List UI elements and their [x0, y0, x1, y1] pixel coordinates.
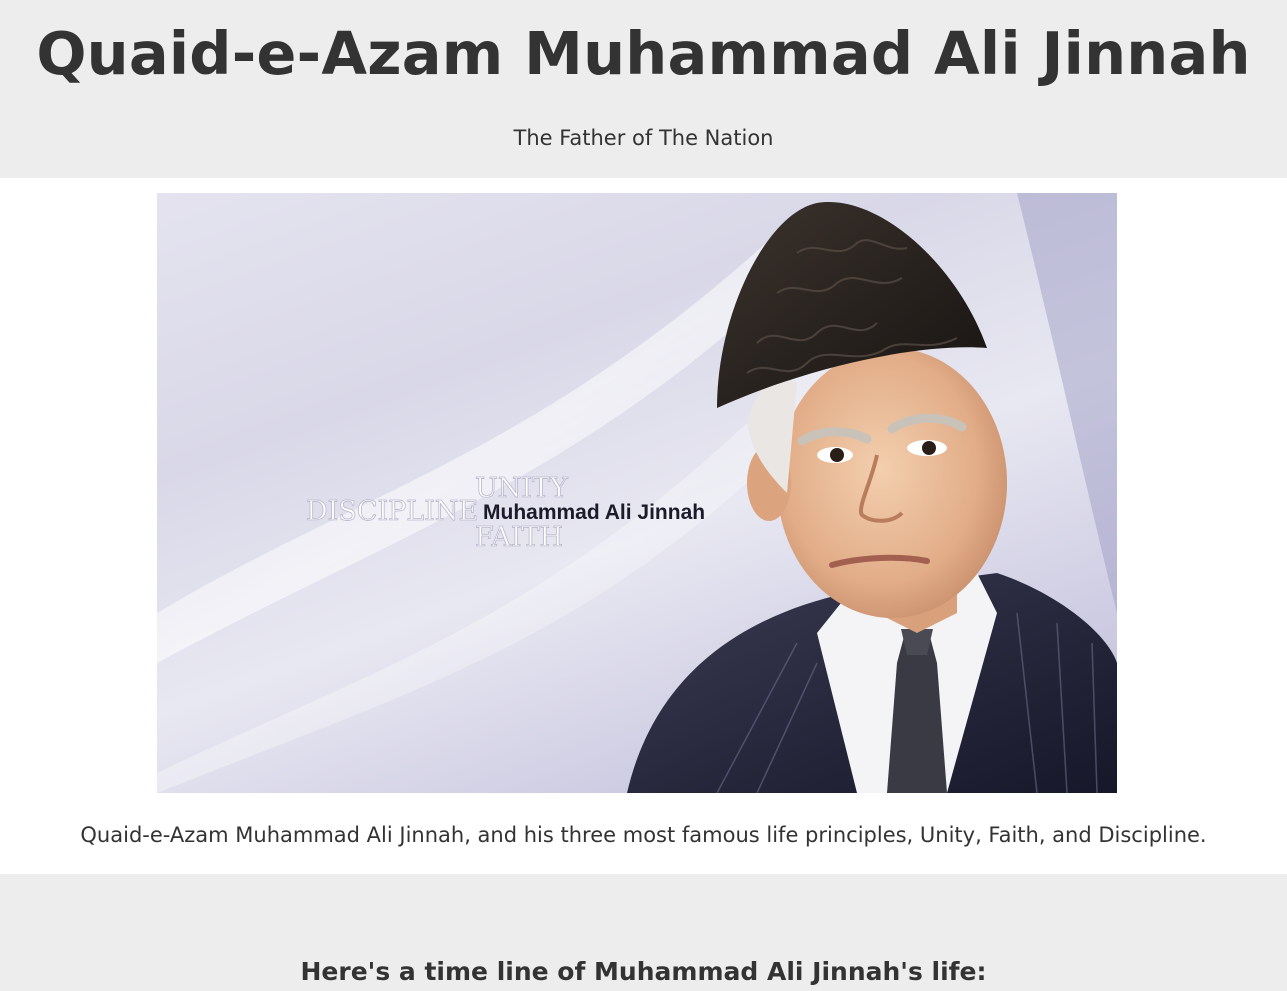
portrait-image: UNITY DISCIPLINE FAITH Muhammad Ali Jinn… [157, 193, 1117, 793]
face [777, 348, 1007, 618]
word-discipline: DISCIPLINE [306, 496, 478, 527]
timeline-heading: Here's a time line of Muhammad Ali Jinna… [300, 957, 987, 986]
word-unity: UNITY [475, 473, 569, 504]
image-caption: Quaid-e-Azam Muhammad Ali Jinnah, and hi… [80, 823, 1207, 847]
word-faith: FAITH [475, 522, 563, 553]
right-pupil [922, 441, 936, 455]
portrait-illustration: UNITY DISCIPLINE FAITH Muhammad Ali Jinn… [157, 193, 1117, 793]
header-section: Quaid-e-Azam Muhammad Ali Jinnah The Fat… [0, 0, 1287, 178]
page-subtitle: The Father of The Nation [513, 126, 774, 150]
background-shade [1017, 193, 1117, 613]
timeline-section: Here's a time line of Muhammad Ali Jinna… [0, 874, 1287, 991]
page-title: Quaid-e-Azam Muhammad Ali Jinnah [36, 19, 1251, 88]
word-name: Muhammad Ali Jinnah [483, 501, 705, 524]
left-pupil [830, 448, 844, 462]
